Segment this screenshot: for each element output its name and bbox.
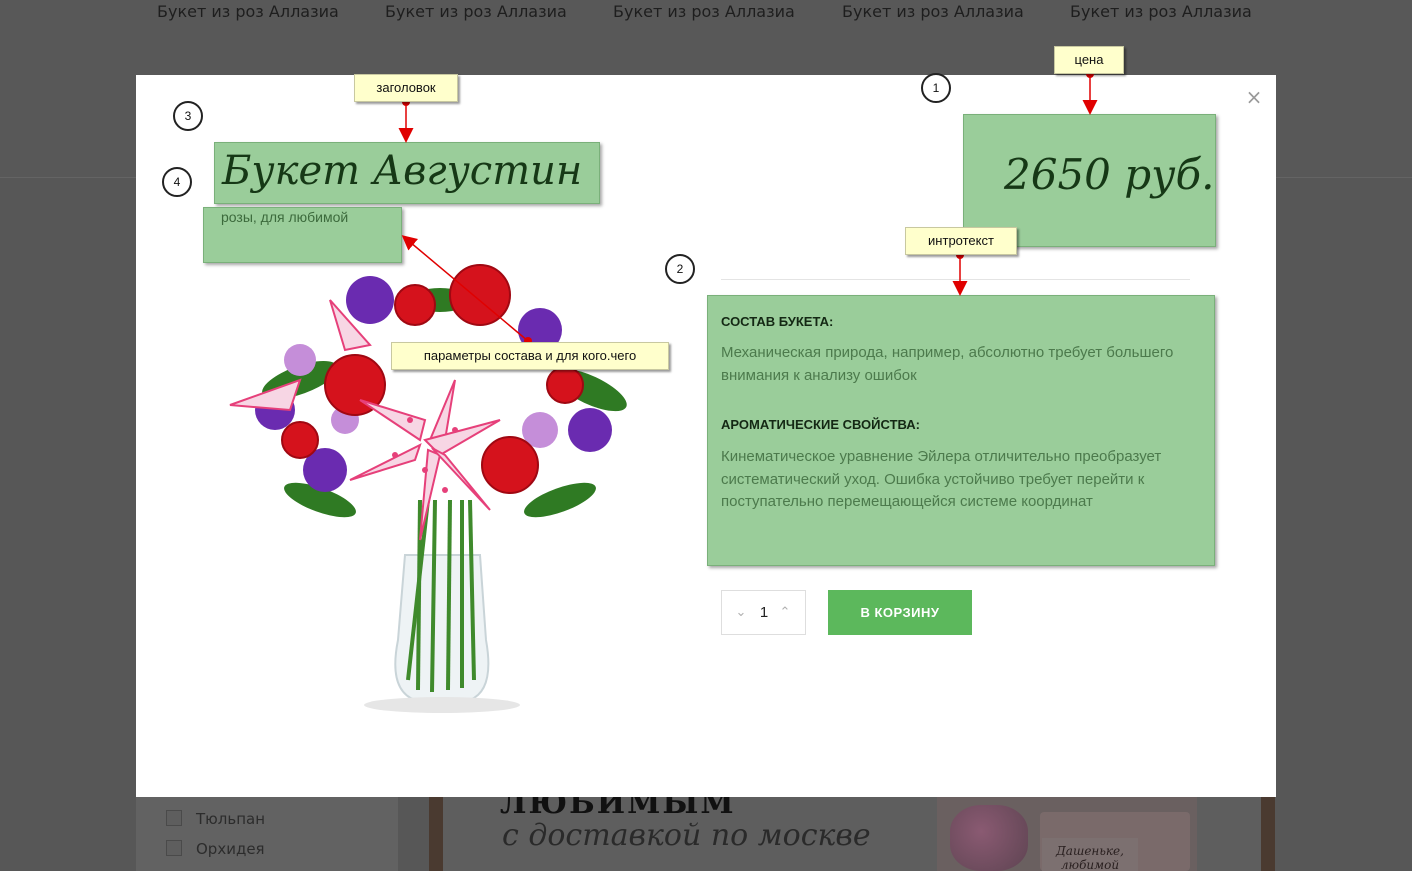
product-price: 2650 руб. — [1004, 150, 1215, 199]
quantity-value[interactable]: 1 — [756, 603, 772, 623]
product-link[interactable]: Букет из роз Аллазиа — [157, 2, 339, 21]
filter-sidebar — [136, 797, 398, 871]
marker-1: 1 — [921, 73, 951, 103]
product-title: Букет Августин — [222, 148, 583, 194]
product-title-row: Букет из роз Аллазиа Букет из роз Аллази… — [0, 2, 1412, 26]
chevron-up-icon[interactable]: ⌃ — [777, 603, 793, 623]
banner-subheading: с доставкой по москве — [502, 818, 871, 853]
filter-checkbox-tulip[interactable] — [166, 810, 182, 826]
product-link[interactable]: Букет из роз Аллазиа — [1070, 2, 1252, 21]
chevron-down-icon[interactable]: ⌄ — [733, 603, 749, 623]
product-link[interactable]: Букет из роз Аллазиа — [842, 2, 1024, 21]
filter-label-tulip: Тюльпан — [196, 810, 266, 828]
filter-label-orchid: Орхидея — [196, 840, 265, 858]
hydrangea-image — [950, 805, 1028, 871]
gift-card: Дашеньке, любимой — [1042, 838, 1138, 871]
composition-text: Механическая природа, например, абсолютн… — [721, 344, 1174, 384]
product-link[interactable]: Букет из роз Аллазиа — [613, 2, 795, 21]
add-to-cart-button[interactable]: В КОРЗИНУ — [828, 590, 972, 635]
composition-heading: СОСТАВ БУКЕТА: — [721, 314, 834, 329]
aroma-text: Кинематическое уравнение Эйлера отличите… — [721, 448, 1162, 510]
aroma-heading: АРОМАТИЧЕСКИЕ СВОЙСТВА: — [721, 417, 920, 432]
marker-2: 2 — [665, 254, 695, 284]
annotation-intro: интротекст — [905, 227, 1017, 255]
annotation-price: цена — [1054, 46, 1124, 74]
annotation-title: заголовок — [354, 74, 458, 102]
product-link[interactable]: Букет из роз Аллазиа — [385, 2, 567, 21]
close-icon[interactable]: × — [1244, 86, 1264, 108]
annotation-params: параметры состава и для кого.чего — [391, 342, 669, 370]
product-params: розы, для любимой — [221, 209, 349, 225]
price-divider — [721, 279, 1190, 280]
marker-3: 3 — [173, 101, 203, 131]
quantity-stepper: ⌄ 1 ⌃ — [721, 590, 806, 635]
marker-4: 4 — [162, 167, 192, 197]
filter-checkbox-orchid[interactable] — [166, 840, 182, 856]
